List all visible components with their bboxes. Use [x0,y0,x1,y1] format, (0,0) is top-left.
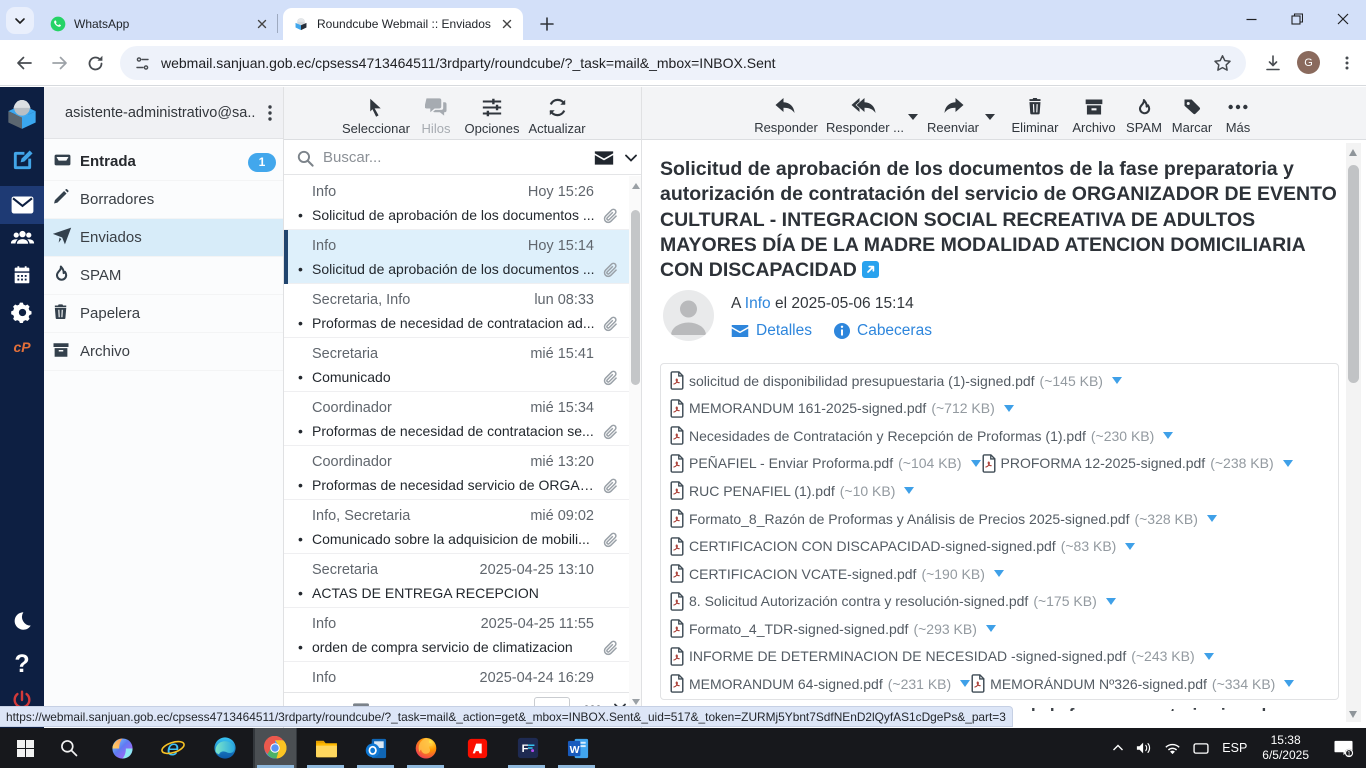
svg-text:F: F [522,743,529,755]
svg-text:1: 1 [1347,750,1351,757]
svg-text:W: W [569,743,579,755]
svg-text:e: e [167,736,179,761]
